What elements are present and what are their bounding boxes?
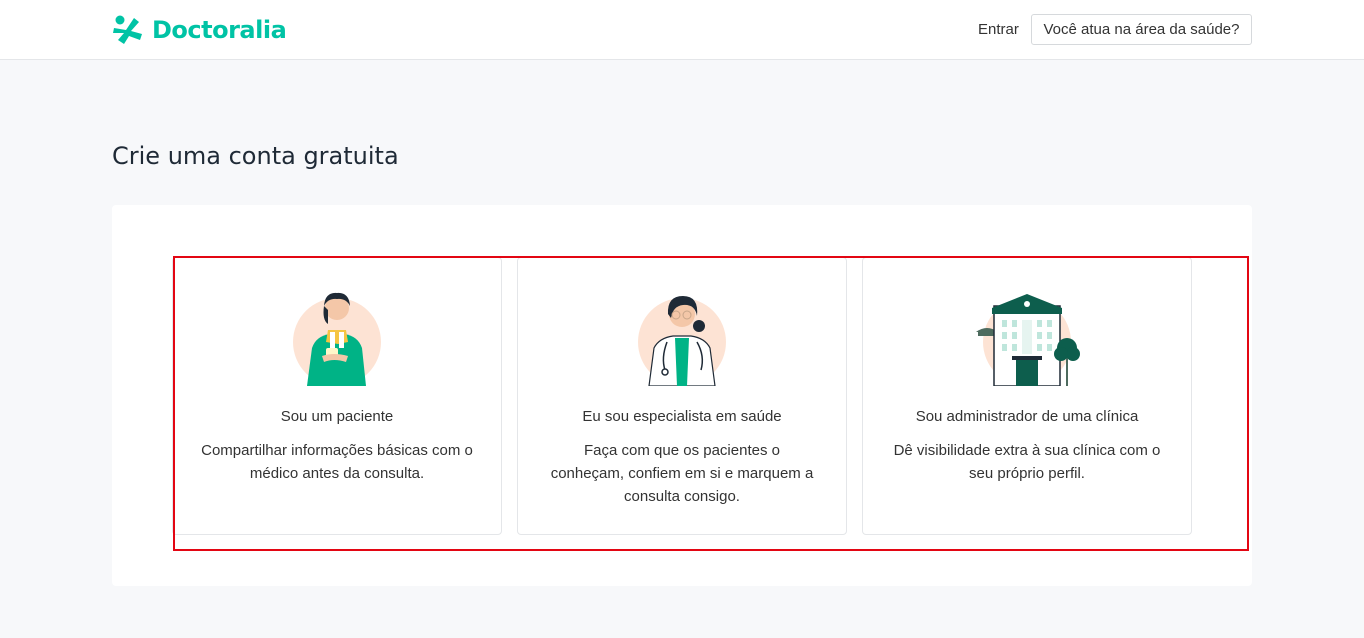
doctor-illustration-icon [638,296,726,386]
login-link[interactable]: Entrar [978,21,1019,38]
top-navigation-bar: Doctoralia Entrar Você atua na área da s… [0,0,1364,60]
account-card-patient[interactable]: Sou um paciente Compartilhar informações… [172,257,502,535]
card-title: Eu sou especialista em saúde [582,408,782,425]
card-title: Sou administrador de uma clínica [915,408,1139,425]
doctoralia-logo[interactable]: Doctoralia [112,14,287,46]
card-title: Sou um paciente [280,408,394,425]
account-type-panel: Sou um paciente Compartilhar informações… [112,205,1252,586]
account-card-clinic-admin[interactable]: Sou administrador de uma clínica Dê visi… [862,257,1192,535]
logo-text: Doctoralia [152,16,287,44]
logo-icon [113,15,142,44]
card-description: Faça com que os pacientes o conheçam, co… [550,442,814,505]
patient-illustration-icon [293,292,381,386]
clinic-building-illustration-icon [976,294,1080,386]
card-description: Dê visibilidade extra à sua clínica com … [893,442,1161,482]
page-title: Crie uma conta gratuita [112,142,399,170]
account-card-specialist[interactable]: Eu sou especialista em saúde Faça com qu… [517,257,847,535]
health-professional-button[interactable]: Você atua na área da saúde? [1031,14,1252,45]
card-description: Compartilhar informações básicas com o m… [201,442,473,482]
